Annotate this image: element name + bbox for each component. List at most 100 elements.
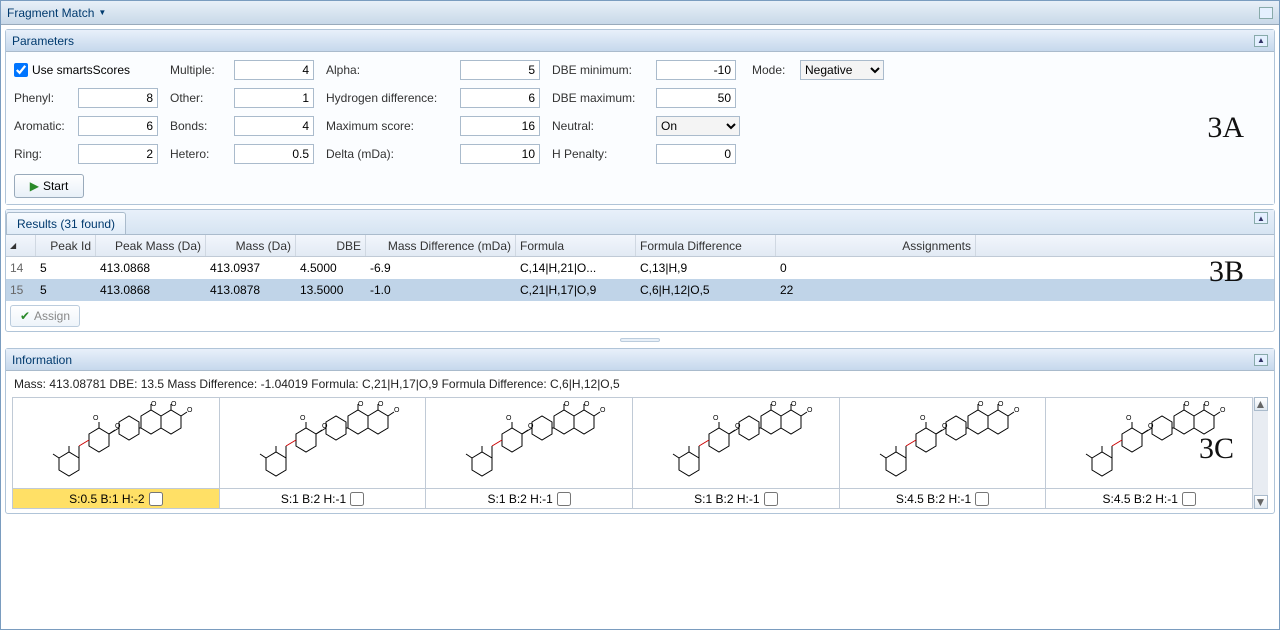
results-grid-header: ◢ Peak Id Peak Mass (Da) Mass (Da) DBE M… (6, 235, 1274, 257)
assign-button[interactable]: ✔ Assign (10, 305, 80, 327)
splitter[interactable] (1, 336, 1279, 344)
thumbnail-checkbox[interactable] (975, 492, 989, 506)
window-control-icon[interactable] (1259, 7, 1273, 19)
other-input[interactable] (234, 88, 314, 108)
thumbnail-caption: S:0.5 B:1 H:-2 (13, 488, 219, 508)
svg-text:O: O (528, 423, 534, 430)
col-rownum[interactable]: ◢ (6, 235, 36, 256)
svg-text:O: O (378, 401, 384, 408)
phenyl-input[interactable] (78, 88, 158, 108)
structure-thumbnail[interactable]: OOOOO S:1 B:2 H:-1 (219, 397, 427, 509)
aromatic-label: Aromatic: (14, 119, 74, 133)
svg-text:O: O (998, 401, 1004, 408)
thumbnail-checkbox[interactable] (350, 492, 364, 506)
dbemin-input[interactable] (656, 60, 736, 80)
structure-thumbnail[interactable]: OOOOO S:1 B:2 H:-1 (632, 397, 840, 509)
col-assign[interactable]: Assignments (776, 235, 976, 256)
play-icon: ▶ (30, 179, 39, 193)
table-row[interactable]: 155413.0868413.087813.5000-1.0C,21|H,17|… (6, 279, 1274, 301)
hpen-label: H Penalty: (552, 147, 652, 161)
information-detail: Mass: 413.08781 DBE: 13.5 Mass Differenc… (6, 371, 1274, 397)
collapse-icon[interactable]: ▲ (1254, 354, 1268, 366)
hetero-input[interactable] (234, 144, 314, 164)
svg-text:O: O (771, 401, 777, 408)
window-titlebar: Fragment Match ▼ (1, 1, 1279, 25)
results-tab[interactable]: Results (31 found) (6, 212, 126, 234)
svg-text:O: O (322, 423, 328, 430)
structure-thumbnail[interactable]: OOOOO S:0.5 B:1 H:-2 (12, 397, 220, 509)
scroll-up-icon[interactable]: ▲ (1254, 397, 1268, 411)
thumbnail-checkbox[interactable] (557, 492, 571, 506)
molecule-image: OOOOO (220, 398, 426, 488)
bonds-input[interactable] (234, 116, 314, 136)
use-smarts-checkbox[interactable] (14, 63, 28, 77)
structure-thumbnail[interactable]: OOOOO S:1 B:2 H:-1 (425, 397, 633, 509)
delta-input[interactable] (460, 144, 540, 164)
hetero-label: Hetero: (170, 147, 230, 161)
aromatic-input[interactable] (78, 116, 158, 136)
collapse-icon[interactable]: ▲ (1254, 35, 1268, 47)
svg-text:O: O (1204, 401, 1210, 408)
molecule-image: OOOOO (633, 398, 839, 488)
phenyl-label: Phenyl: (14, 91, 74, 105)
thumbnail-caption: S:1 B:2 H:-1 (220, 488, 426, 508)
maxscore-input[interactable] (460, 116, 540, 136)
thumbnail-checkbox[interactable] (764, 492, 778, 506)
alpha-input[interactable] (460, 60, 540, 80)
grip-icon (620, 338, 660, 342)
svg-text:O: O (807, 407, 813, 414)
thumbnail-checkbox[interactable] (149, 492, 163, 506)
col-formula[interactable]: Formula (516, 235, 636, 256)
structure-thumbnails: OOOOO S:0.5 B:1 H:-2 OOOOO S:1 B:2 H:-1 … (6, 397, 1274, 513)
mode-select[interactable]: Negative (800, 60, 884, 80)
svg-text:O: O (1148, 423, 1154, 430)
col-mdiff[interactable]: Mass Difference (mDa) (366, 235, 516, 256)
col-fdiff[interactable]: Formula Difference (636, 235, 776, 256)
section-label-3c: 3C (1199, 432, 1234, 466)
delta-label: Delta (mDa): (326, 147, 456, 161)
col-peak-mass[interactable]: Peak Mass (Da) (96, 235, 206, 256)
table-row[interactable]: 145413.0868413.09374.5000-6.9C,14|H,21|O… (6, 257, 1274, 279)
svg-text:O: O (713, 415, 719, 422)
collapse-icon[interactable]: ▲ (1254, 212, 1268, 224)
thumbnail-checkbox[interactable] (1182, 492, 1196, 506)
hdiff-input[interactable] (460, 88, 540, 108)
molecule-image: OOOOO (426, 398, 632, 488)
thumbnails-scrollbar[interactable]: ▲ ▼ (1252, 397, 1268, 509)
chevron-down-icon: ▼ (98, 8, 106, 17)
dbemax-label: DBE maximum: (552, 91, 652, 105)
svg-text:O: O (978, 401, 984, 408)
svg-text:O: O (1220, 407, 1226, 414)
start-label: Start (43, 179, 68, 193)
information-title: Information (12, 353, 72, 367)
svg-text:O: O (394, 407, 400, 414)
ring-input[interactable] (78, 144, 158, 164)
multiple-input[interactable] (234, 60, 314, 80)
svg-text:O: O (115, 423, 121, 430)
hpen-input[interactable] (656, 144, 736, 164)
start-button[interactable]: ▶ Start (14, 174, 84, 198)
results-panel: Results (31 found) ▲ ◢ Peak Id Peak Mass… (5, 209, 1275, 332)
window-title-text: Fragment Match (7, 6, 94, 20)
molecule-image: OOOOO (13, 398, 219, 488)
results-tabbar: Results (31 found) ▲ (6, 210, 1274, 235)
svg-text:O: O (1184, 401, 1190, 408)
scroll-down-icon[interactable]: ▼ (1254, 495, 1268, 509)
ring-label: Ring: (14, 147, 74, 161)
thumbnail-caption: S:1 B:2 H:-1 (426, 488, 632, 508)
neutral-label: Neutral: (552, 119, 652, 133)
col-peak-id[interactable]: Peak Id (36, 235, 96, 256)
mode-label: Mode: (752, 63, 796, 77)
dbemax-input[interactable] (656, 88, 736, 108)
parameters-panel: Parameters ▲ Use smartsScores Phenyl: Ar… (5, 29, 1275, 205)
structure-thumbnail[interactable]: OOOOO S:4.5 B:2 H:-1 (839, 397, 1047, 509)
title-menu[interactable]: Fragment Match ▼ (7, 6, 106, 20)
thumbnail-caption: S:4.5 B:2 H:-1 (1046, 488, 1252, 508)
other-label: Other: (170, 91, 230, 105)
molecule-image: OOOOO (840, 398, 1046, 488)
col-dbe[interactable]: DBE (296, 235, 366, 256)
col-mass[interactable]: Mass (Da) (206, 235, 296, 256)
neutral-select[interactable]: On (656, 116, 740, 136)
svg-text:O: O (171, 401, 177, 408)
maxscore-label: Maximum score: (326, 119, 456, 133)
